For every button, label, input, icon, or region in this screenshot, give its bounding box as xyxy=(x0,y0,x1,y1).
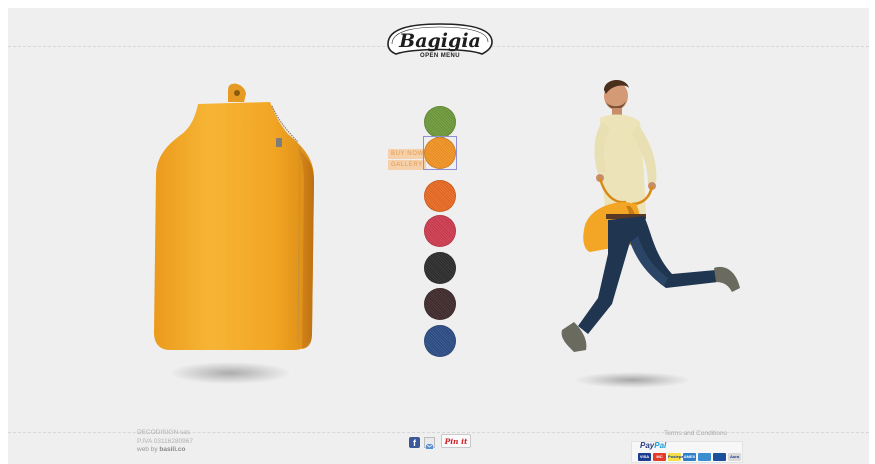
facebook-icon[interactable]: f xyxy=(409,437,420,448)
model-photo xyxy=(526,74,756,364)
open-menu-button[interactable]: OPEN MENU xyxy=(382,53,498,59)
web-by-prefix: web by xyxy=(137,446,158,453)
postepay-icon: Postepay xyxy=(668,453,686,461)
footer-company-info: DECODISIGN sas P.IVA 03116280967 web by … xyxy=(137,429,193,455)
card-icon xyxy=(713,453,726,461)
payment-cards: VISA MC Postepay AMEX Aura xyxy=(638,453,741,461)
mastercard-icon: MC xyxy=(653,453,666,461)
amex-icon: AMEX xyxy=(683,453,696,461)
card-icon xyxy=(698,453,711,461)
color-swatch-dark-orange[interactable] xyxy=(424,180,456,212)
color-swatch-black[interactable] xyxy=(424,252,456,284)
color-swatch-green[interactable] xyxy=(424,106,456,138)
mail-icon[interactable] xyxy=(424,437,435,449)
color-swatch-orange[interactable] xyxy=(424,137,456,169)
gallery-button[interactable]: GALLERY xyxy=(388,160,426,170)
color-swatch-brown[interactable] xyxy=(424,288,456,320)
paypal-pay-text: Pay xyxy=(640,441,655,450)
company-name: DECODISIGN sas xyxy=(137,429,191,436)
web-credit: web by basili.co xyxy=(137,446,193,455)
paypal-badge: PayPal VISA MC Postepay AMEX Aura xyxy=(631,441,743,463)
web-by-link[interactable]: basili.co xyxy=(159,446,185,453)
color-swatch-red[interactable] xyxy=(424,215,456,247)
pinterest-pin-it-button[interactable]: Pin it xyxy=(441,434,471,448)
paypal-logo: PayPal xyxy=(640,441,666,450)
visa-card-icon: VISA xyxy=(638,453,651,461)
buy-now-button[interactable]: BUY NOW xyxy=(388,149,427,159)
bag-shadow xyxy=(170,362,290,384)
product-bag-image xyxy=(148,82,318,354)
color-swatch-blue[interactable] xyxy=(424,325,456,357)
aura-card-icon: Aura xyxy=(728,453,741,461)
terms-and-conditions-link[interactable]: Terms and Conditions xyxy=(664,430,727,437)
vat-number: P.IVA 03116280967 xyxy=(137,437,194,445)
logo-text: Bagigia xyxy=(398,30,481,52)
paypal-pal-text: Pal xyxy=(654,441,667,450)
model-shadow xyxy=(575,372,690,388)
